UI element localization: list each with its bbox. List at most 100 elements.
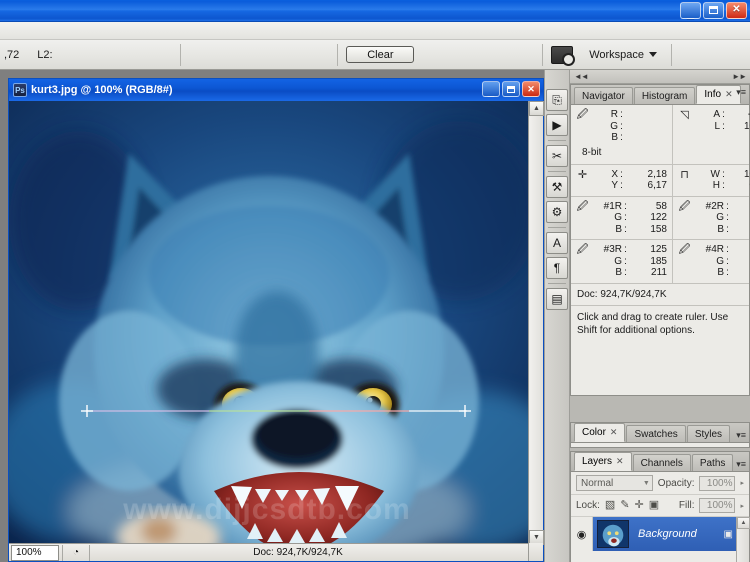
tab-histogram[interactable]: Histogram xyxy=(633,87,696,104)
tab-navigator[interactable]: Navigator xyxy=(574,87,633,104)
document-close-button[interactable]: ✕ xyxy=(522,81,540,97)
opacity-slider-arrow-icon[interactable]: ▸ xyxy=(740,479,744,487)
info-row-readouts: 🖉 R: G: B: 8-bit ◹ A: L: 1 xyxy=(571,105,750,165)
close-icon[interactable]: ✕ xyxy=(725,89,733,100)
layer-thumbnail-image xyxy=(598,521,628,547)
tab-swatches[interactable]: Swatches xyxy=(626,425,686,442)
chevron-down-icon[interactable] xyxy=(649,52,658,57)
sampler-1-r-value: 58 xyxy=(655,200,667,212)
app-close-button[interactable]: ✕ xyxy=(726,2,747,19)
sampler-4-b-label: B xyxy=(717,267,724,278)
maximize-icon xyxy=(709,5,718,14)
collapse-left-arrows-icon[interactable]: ◄◄ xyxy=(574,72,589,81)
close-icon[interactable]: ✕ xyxy=(616,456,624,467)
app-maximize-button[interactable] xyxy=(703,2,724,19)
lock-all-icon[interactable]: ▣ xyxy=(649,500,659,511)
opacity-input[interactable]: 100% xyxy=(699,475,736,491)
color-panel-tabs: Color ✕ Swatches Styles ▾≡ xyxy=(571,423,749,443)
tab-paths[interactable]: Paths xyxy=(691,454,734,471)
tab-layers[interactable]: Layers ✕ xyxy=(574,452,632,471)
info-panel-menu-icon[interactable]: ▾≡ xyxy=(736,88,746,97)
lock-image-pixels-icon[interactable]: ✎ xyxy=(620,500,629,511)
lock-position-icon[interactable]: ✛ xyxy=(635,500,644,511)
wolf-photo: www.dijjcsdtb.com xyxy=(9,101,528,545)
character-palette-icon[interactable]: A xyxy=(546,232,568,254)
tab-color[interactable]: Color ✕ xyxy=(574,423,626,442)
canvas-horizontal-scroll-stub[interactable] xyxy=(528,543,543,561)
layer-thumbnail[interactable] xyxy=(597,520,629,548)
layer-visibility-toggle[interactable]: ◉ xyxy=(571,517,593,551)
tool-presets-icon[interactable]: ✂ xyxy=(546,145,568,167)
well-divider-3 xyxy=(548,227,566,228)
fill-slider-arrow-icon[interactable]: ▸ xyxy=(740,502,744,510)
l-label: L xyxy=(714,120,720,132)
sampler-1-cell: 🖉 #1R: 58 G: 122 B: 158 xyxy=(571,197,672,240)
sampler-1-g-value: 122 xyxy=(650,212,667,223)
panel-collapse-bar[interactable]: ◄◄ ►► xyxy=(570,70,750,84)
color-panel-menu-icon[interactable]: ▾≡ xyxy=(736,431,746,440)
lock-transparent-pixels-icon[interactable]: ▧ xyxy=(605,500,615,511)
layer-list: ◉ Background ▣ ▲ xyxy=(571,517,750,562)
canvas-vertical-scrollbar[interactable]: ▲ ▼ xyxy=(528,101,544,545)
layer-comps-icon[interactable]: ⚙ xyxy=(546,201,568,223)
layer-list-scrollbar[interactable]: ▲ xyxy=(736,517,750,562)
zoom-level-input[interactable]: 100% xyxy=(11,544,59,561)
color-panel: ⊟ ✕ Color ✕ Swatches Styles ▾≡ xyxy=(570,422,750,448)
layers-panel-menu-icon[interactable]: ▾≡ xyxy=(736,460,746,469)
sampler-2-b-label: B xyxy=(717,223,724,235)
g-label: G xyxy=(610,120,618,132)
layer-row-background[interactable]: ◉ Background ▣ xyxy=(571,517,749,551)
marquee-icon: ⊓ xyxy=(680,168,689,181)
colon-21: : xyxy=(726,267,729,278)
go-to-bridge-icon[interactable] xyxy=(551,45,576,66)
info-hint-text: Click and drag to create ruler. Use Shif… xyxy=(577,311,729,336)
document-minimize-button[interactable]: _ xyxy=(482,81,500,98)
document-titlebar[interactable]: Ps kurt3.jpg @ 100% (RGB/8#) _ ✕ xyxy=(9,79,543,101)
animation-palette-icon[interactable]: ▶ xyxy=(546,114,568,136)
workspace-label[interactable]: Workspace xyxy=(589,49,644,61)
brushes-palette-icon[interactable]: ⚒ xyxy=(546,176,568,198)
layer-scroll-up-icon[interactable]: ▲ xyxy=(737,517,750,529)
document-window: Ps kurt3.jpg @ 100% (RGB/8#) _ ✕ www.dij… xyxy=(8,78,544,562)
scroll-up-arrow-icon[interactable]: ▲ xyxy=(529,101,544,116)
svg-text:www.dijjcsdtb.com: www.dijjcsdtb.com xyxy=(122,493,411,526)
maximize-icon xyxy=(507,85,515,93)
colon-16: : xyxy=(624,244,627,255)
measure-field-value[interactable]: ,72 xyxy=(4,49,19,61)
image-canvas[interactable]: www.dijjcsdtb.com xyxy=(9,101,543,545)
close-icon[interactable]: ✕ xyxy=(610,427,618,438)
y-value: 6,17 xyxy=(647,180,667,191)
collapse-right-arrows-icon[interactable]: ►► xyxy=(732,72,747,81)
w-label: W xyxy=(710,168,720,180)
notes-palette-icon[interactable]: ▤ xyxy=(546,288,568,310)
a-label: A xyxy=(713,109,720,120)
tab-channels[interactable]: Channels xyxy=(632,454,691,471)
fill-input[interactable]: 100% xyxy=(699,498,736,513)
colon-4: : xyxy=(722,109,725,120)
info-panel-tabs: Navigator Histogram Info ✕ ▾≡ xyxy=(571,85,749,105)
document-maximize-button[interactable] xyxy=(502,81,520,97)
clear-button[interactable]: Clear xyxy=(346,46,415,63)
history-palette-icon[interactable]: ⎘ xyxy=(546,89,568,111)
info-row-coords: ✛ X:2,18 Y:6,17 ⊓ W:10,72 H:0 xyxy=(571,164,750,197)
right-panel-column: ◄◄ ►► Navigator Histogram Info ✕ ▾≡ 🖉 R … xyxy=(570,70,750,562)
sampler-2-g-value: 82 xyxy=(731,212,750,224)
info-row-samplers-12: 🖉 #1R:58 G:122 B:158 🖉 #2R: G: B: xyxy=(571,196,750,240)
sampler-2-r-value: 30 xyxy=(731,201,750,213)
g-value xyxy=(625,121,667,133)
colon-1: : xyxy=(620,109,623,120)
blend-mode-select[interactable]: Normal ▼ xyxy=(576,475,653,491)
b-value xyxy=(625,132,667,144)
w-value: 10,72 xyxy=(743,168,750,180)
preview-options-icon[interactable]: ◔ xyxy=(66,545,86,561)
tab-styles[interactable]: Styles xyxy=(686,425,731,442)
tab-paths-label: Paths xyxy=(699,457,726,469)
app-minimize-button[interactable]: _ xyxy=(680,2,701,19)
tab-info[interactable]: Info ✕ xyxy=(696,85,741,104)
x-value: 2,18 xyxy=(647,168,667,180)
paragraph-palette-icon[interactable]: ¶ xyxy=(546,257,568,279)
tab-layers-label: Layers xyxy=(582,456,613,467)
sampler-3-cell: 🖉 #3R: 125 G: 185 B: 211 xyxy=(571,240,672,283)
sampler-3-r-value: 125 xyxy=(650,244,667,255)
chevron-down-icon: ▼ xyxy=(642,479,650,487)
